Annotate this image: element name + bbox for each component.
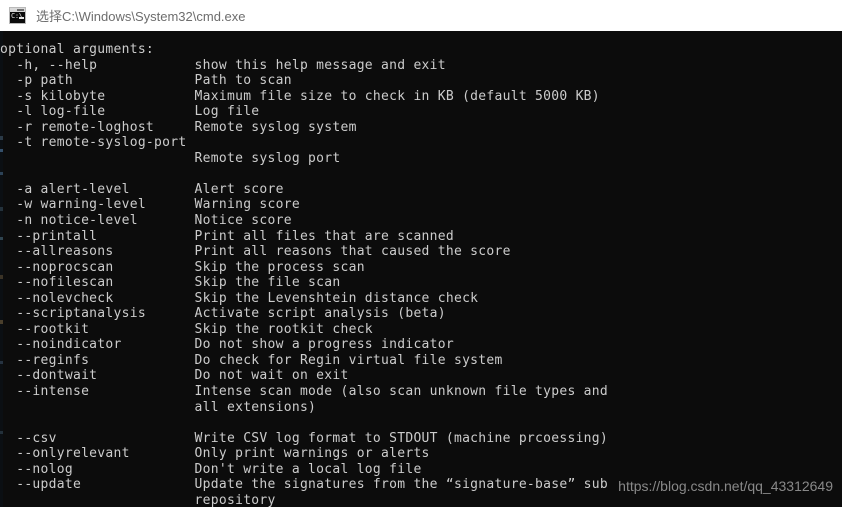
console-line: --nolog Don't write a local log file [0,461,422,477]
cmd-window: C:\ 选择C:\Windows\System32\cmd.exe option… [0,0,842,507]
window-title: 选择C:\Windows\System32\cmd.exe [36,9,246,24]
cmd-exe-icon[interactable]: C:\ [9,7,26,24]
watermark-text: https://blog.csdn.net/qq_43312649 [618,478,833,494]
console-output-text: optional arguments: -h, --help show this… [0,31,842,507]
console-line: --nolevcheck Skip the Levenshtein distan… [0,290,479,306]
console-line: --noindicator Do not show a progress ind… [0,337,454,353]
console-line: -w warning-level Warning score [0,197,300,213]
console-line: --allreasons Print all reasons that caus… [0,244,511,260]
console-line: optional arguments: [0,42,155,57]
console-line: all extensions) [0,399,317,415]
console-line: -n notice-level Notice score [0,213,292,229]
console-line: repository [0,492,276,507]
console-line: --rootkit Skip the rootkit check [0,321,373,337]
console-body[interactable]: optional arguments: -h, --help show this… [0,31,842,507]
console-line: --onlyrelevant Only print warnings or al… [0,446,430,462]
console-line: --scriptanalysis Activate script analysi… [0,306,446,322]
console-line: --intense Intense scan mode (also scan u… [0,384,608,400]
console-line: --reginfs Do check for Regin virtual fil… [0,352,503,368]
console-line: --dontwait Do not wait on exit [0,368,349,384]
icon-cursor-underscore [19,17,24,19]
console-line: -r remote-loghost Remote syslog system [0,119,357,135]
console-line: --csv Write CSV log format to STDOUT (ma… [0,430,608,446]
console-line: -p path Path to scan [0,73,292,89]
console-line: Remote syslog port [0,150,341,166]
console-line: --nofilescan Skip the file scan [0,275,341,291]
console-line: -t remote-syslog-port [0,135,187,151]
console-line: -a alert-level Alert score [0,181,284,197]
console-line: --noprocscan Skip the process scan [0,259,365,275]
console-line: -s kilobyte Maximum file size to check i… [0,88,600,104]
console-line: -h, --help show this help message and ex… [0,57,446,73]
window-titlebar[interactable]: C:\ 选择C:\Windows\System32\cmd.exe [0,0,842,31]
console-line: -l log-file Log file [0,104,260,120]
console-line: --printall Print all files that are scan… [0,228,454,244]
